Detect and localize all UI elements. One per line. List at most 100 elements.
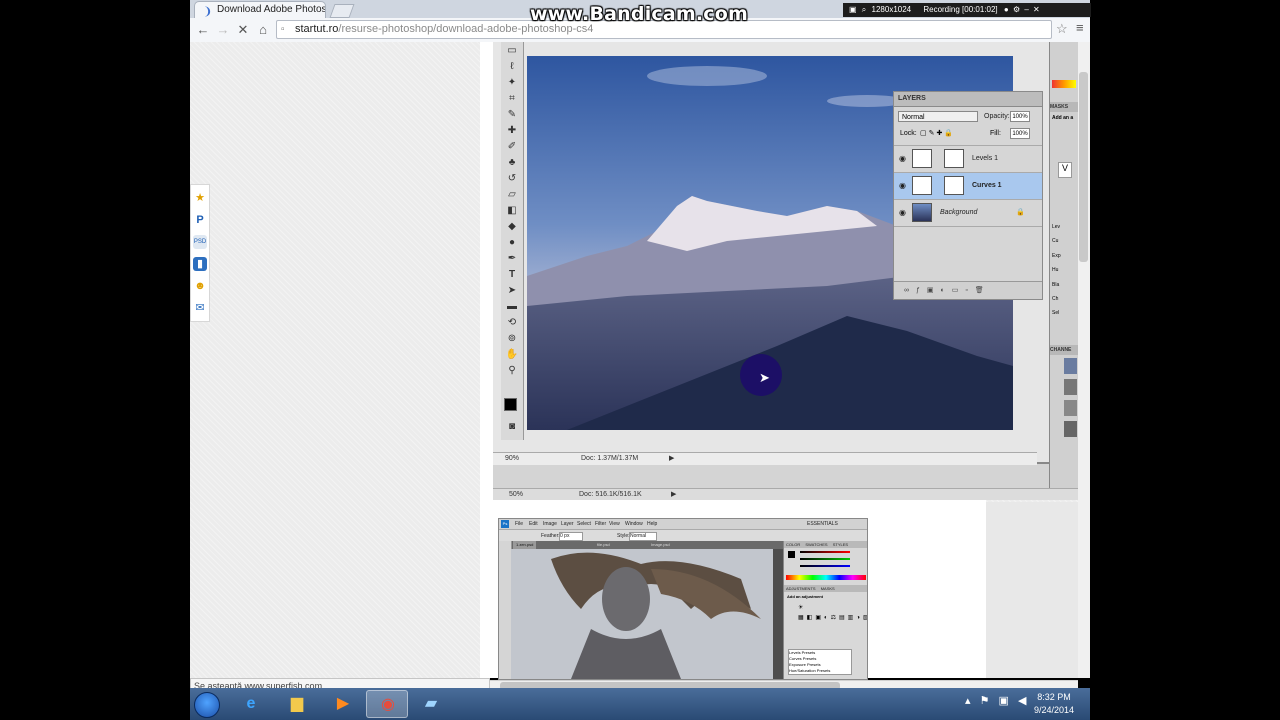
slider-r[interactable]: [800, 551, 850, 553]
screen: ❩ Download Adobe Photosh ← → ✕ ⌂ ▫ start…: [0, 0, 1280, 720]
back-arrow-icon[interactable]: ←: [194, 21, 212, 39]
adjust-item[interactable]: Lev: [1052, 220, 1061, 234]
volume-icon[interactable]: ◀: [1018, 695, 1026, 707]
marquee-tool-icon: ▭: [507, 45, 517, 56]
tray-arrow-icon[interactable]: ▴: [965, 695, 971, 707]
star-share-icon[interactable]: ★: [193, 191, 207, 205]
smiley-icon[interactable]: ☻: [193, 279, 207, 293]
menu-item[interactable]: Help: [647, 519, 657, 529]
doc-tab[interactable]: Image.psd: [651, 541, 670, 549]
page-scrollbar-thumb[interactable]: [1079, 72, 1088, 262]
menu-item[interactable]: Window: [625, 519, 643, 529]
menu-item[interactable]: View: [609, 519, 620, 529]
photoshop-screenshot-cs4[interactable]: ▭ ℓ ✦ ⌗ ✎ ✚ ✐ ♣ ↺ ▱ ◧ ◆ ● ✒ T ➤ ▬ ⟲ ⊚ ✋ …: [493, 42, 1078, 500]
close-icon[interactable]: ✕: [1033, 5, 1040, 14]
home-icon[interactable]: ⌂: [254, 21, 272, 39]
adjust-item[interactable]: Cu: [1052, 234, 1061, 248]
new-tab-button[interactable]: [329, 4, 355, 18]
adjustments-tab[interactable]: ADJUSTMENTS: [786, 586, 816, 591]
workspace-label[interactable]: ESSENTIALS: [807, 519, 838, 529]
gradient-tool-icon: ◧: [507, 205, 517, 216]
camera-icon[interactable]: ●: [1004, 5, 1009, 14]
slider-g[interactable]: [800, 558, 850, 560]
chat-icon[interactable]: ✉: [193, 301, 207, 315]
browser-tab[interactable]: ❩ Download Adobe Photosh: [194, 1, 326, 18]
chrome-menu-icon[interactable]: ≡: [1076, 20, 1084, 35]
add-an-text: Add an a: [1052, 115, 1074, 121]
zoom-tool-icon: ⚲: [508, 365, 516, 376]
swatches-tab[interactable]: SWATCHES: [805, 542, 827, 547]
start-button[interactable]: [194, 692, 220, 718]
stop-icon[interactable]: ✕: [234, 21, 252, 39]
forward-arrow-icon[interactable]: →: [214, 21, 232, 39]
taskbar-chrome[interactable]: ◉: [366, 690, 408, 718]
eye-icon[interactable]: ◉: [899, 173, 906, 199]
layer-row[interactable]: ◉ Background 🔒: [894, 199, 1042, 227]
lasso-tool-icon: ℓ: [510, 61, 514, 72]
slider-b[interactable]: [800, 565, 850, 567]
network-icon[interactable]: ▣: [999, 695, 1009, 707]
layer-row-selected[interactable]: ◉ Curves 1: [894, 172, 1042, 199]
stamp-tool-icon: ♣: [508, 157, 516, 168]
adjust-item[interactable]: Exp: [1052, 249, 1061, 263]
adjust-item[interactable]: Bla: [1052, 278, 1061, 292]
eye-icon[interactable]: ◉: [899, 146, 906, 172]
foreground-color-swatch: [504, 398, 517, 411]
layer-action-icons[interactable]: ∞ƒ▣◐▭▫🗑: [904, 287, 991, 294]
menu-item[interactable]: Select: [577, 519, 591, 529]
menu-item[interactable]: File: [515, 519, 523, 529]
eye-icon[interactable]: ◉: [899, 200, 906, 226]
blend-mode-select[interactable]: Normal: [898, 111, 978, 122]
book-icon[interactable]: ▮: [193, 257, 207, 271]
menu-item[interactable]: Edit: [529, 519, 538, 529]
menu-item[interactable]: Image: [543, 519, 557, 529]
psd-icon[interactable]: PSD: [193, 235, 207, 249]
preset-item[interactable]: Hue/Saturation Presets: [789, 668, 851, 674]
photoshop-screenshot-cs5[interactable]: Ps File Edit Image Layer Select Filter V…: [498, 518, 868, 680]
masks-tab[interactable]: MASKS: [821, 586, 835, 591]
color-ramp[interactable]: [786, 575, 866, 580]
fill-field[interactable]: 100%: [1010, 128, 1030, 139]
paypal-icon[interactable]: P: [193, 213, 207, 227]
folder-icon: ▆: [290, 695, 304, 712]
portrait-image: [511, 549, 773, 679]
adjustment-icons[interactable]: ☀▦◧▣◐⚖▤▥◑▧◒▨▩◓: [798, 603, 867, 623]
taskbar-app[interactable]: ▰: [410, 690, 452, 718]
doc-tab[interactable]: file.psd: [597, 541, 610, 549]
outer-status-bar: 50% Doc: 516.1K/516.1K ▶: [493, 488, 1078, 500]
ps2-doc-tabs: 1.zen.psd file.psd Image.psd: [511, 541, 783, 549]
masks-header: MASKS: [1050, 102, 1078, 112]
lock-icons[interactable]: ▢✎✚🔒: [920, 129, 955, 137]
window-icon: ▣: [849, 5, 857, 14]
clock-time: 8:32 PM: [1037, 692, 1071, 702]
doc-tab[interactable]: 1.zen.psd: [513, 541, 537, 549]
path-select-icon: ➤: [507, 285, 517, 296]
presets-list: Levels Presets Curves Presets Exposure P…: [788, 649, 852, 675]
inner-doc-size: Doc: 1.37M/1.37M: [581, 455, 639, 462]
styles-tab[interactable]: STYLES: [833, 542, 848, 547]
taskbar-media[interactable]: ▶: [322, 690, 364, 718]
adjust-item[interactable]: Hu: [1052, 263, 1061, 277]
menu-item[interactable]: Layer: [561, 519, 574, 529]
flag-icon[interactable]: ⚑: [980, 695, 990, 707]
opacity-field[interactable]: 100%: [1010, 111, 1030, 122]
clock[interactable]: 8:32 PM 9/24/2014: [1030, 691, 1078, 717]
minimize-icon[interactable]: –: [1024, 5, 1028, 14]
clock-date: 9/24/2014: [1033, 705, 1075, 715]
style-select[interactable]: Normal: [629, 532, 657, 541]
windows-taskbar: e ▆ ▶ ◉ ▰ ▴ ⚑ ▣ ◀ 8:32 PM 9/24/2014: [190, 688, 1090, 720]
foreground-swatch: [788, 551, 795, 558]
color-panel-header: COLOR SWATCHES STYLES: [784, 541, 867, 548]
layer-row[interactable]: ◉ Levels 1: [894, 145, 1042, 172]
taskbar-ie[interactable]: e: [230, 690, 272, 718]
layers-panel[interactable]: LAYERS Normal Opacity: 100% Lock: ▢✎✚🔒 F…: [893, 91, 1043, 300]
bookmark-star-icon[interactable]: ☆: [1056, 21, 1068, 37]
settings-icon[interactable]: ⚙: [1013, 5, 1020, 14]
color-tab[interactable]: COLOR: [786, 542, 800, 547]
adjust-item[interactable]: Ch: [1052, 292, 1061, 306]
taskbar-explorer[interactable]: ▆: [276, 690, 318, 718]
ps2-menu-bar: Ps File Edit Image Layer Select Filter V…: [499, 519, 867, 529]
adjust-item[interactable]: Sel: [1052, 306, 1061, 320]
menu-item[interactable]: Filter: [595, 519, 606, 529]
feather-field[interactable]: 0 px: [559, 532, 583, 541]
